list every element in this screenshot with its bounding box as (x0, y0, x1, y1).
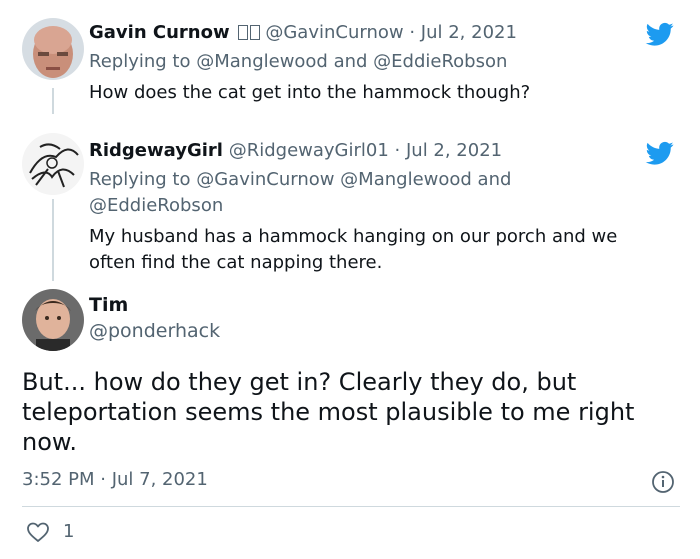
flag-emoji-icon (232, 22, 262, 43)
tweet-2-replying-to-continued[interactable]: @EddieRobson (89, 195, 223, 216)
tweet-2-author-name[interactable]: RidgewayGirl (89, 140, 223, 161)
tweet-2-date[interactable]: · Jul 2, 2021 (395, 140, 503, 161)
like-count: 1 (63, 521, 75, 542)
thread-connector-1 (52, 88, 54, 114)
replying-to-label: Replying to (89, 169, 191, 190)
tweet-1-header: Gavin Curnow @GavinCurnow · Jul 2, 2021 (89, 22, 517, 43)
tweet-2-text-line-1: My husband has a hammock hanging on our … (89, 226, 618, 247)
main-tweet-handle[interactable]: @ponderhack (89, 320, 220, 342)
main-tweet-author-name[interactable]: Tim (89, 294, 128, 316)
avatar-gavin[interactable] (22, 18, 84, 80)
thread-connector-2 (52, 199, 54, 281)
twitter-bird-icon[interactable] (643, 138, 677, 166)
tweet-1-replying-to: Replying to @Manglewood and @EddieRobson (89, 51, 507, 72)
main-tweet-timestamp[interactable]: 3:52 PM · Jul 7, 2021 (22, 469, 208, 490)
tweet-2-header: RidgewayGirl @RidgewayGirl01 · Jul 2, 20… (89, 140, 502, 161)
divider (22, 506, 680, 507)
twitter-bird-icon[interactable] (643, 19, 677, 47)
tweet-1-date[interactable]: · Jul 2, 2021 (409, 22, 517, 43)
tweet-1-handle[interactable]: @GavinCurnow (265, 22, 403, 43)
replying-to-label: Replying to (89, 51, 191, 72)
tweet-2-text-line-2: often find the cat napping there. (89, 252, 383, 273)
tweet-2-replying-to: Replying to @GavinCurnow @Manglewood and (89, 169, 511, 190)
replying-to-mention-eddie[interactable]: @EddieRobson (89, 195, 223, 216)
info-icon[interactable] (651, 470, 675, 494)
heart-icon[interactable] (26, 520, 50, 544)
replying-to-mentions[interactable]: @GavinCurnow @Manglewood and (196, 169, 511, 190)
replying-to-mentions[interactable]: @Manglewood and @EddieRobson (196, 51, 507, 72)
avatar-ridgewaygirl[interactable] (22, 133, 84, 195)
tweet-2-handle[interactable]: @RidgewayGirl01 (229, 140, 389, 161)
avatar-tim[interactable] (22, 289, 84, 351)
tweet-1-text: How does the cat get into the hammock th… (89, 82, 531, 103)
main-tweet-text: But... how do they get in? Clearly they … (22, 368, 635, 456)
tweet-1-author-name[interactable]: Gavin Curnow (89, 22, 230, 43)
